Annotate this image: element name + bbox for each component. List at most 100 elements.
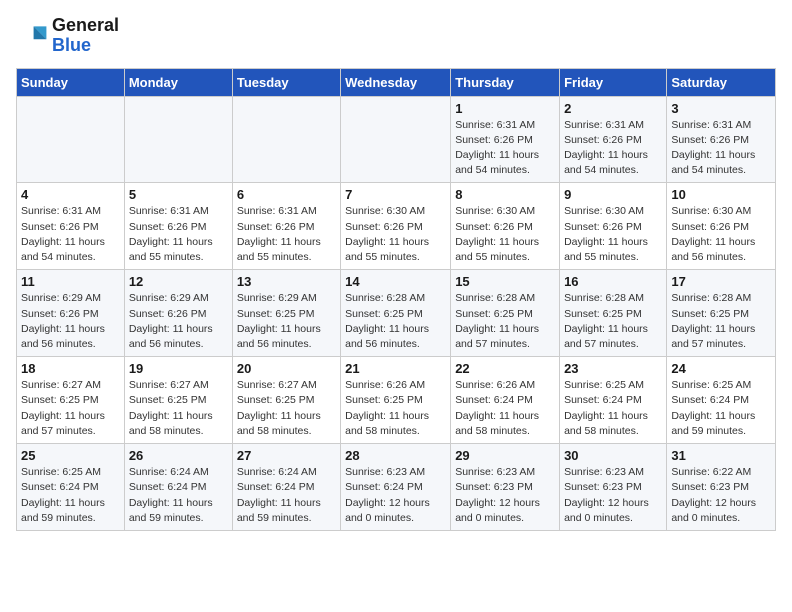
day-number: 7	[345, 187, 446, 202]
calendar-cell: 8 Sunrise: 6:30 AMSunset: 6:26 PMDaylight…	[451, 183, 560, 270]
day-number: 25	[21, 448, 120, 463]
calendar-cell: 5 Sunrise: 6:31 AMSunset: 6:26 PMDaylight…	[124, 183, 232, 270]
day-number: 10	[671, 187, 771, 202]
calendar-cell: 30Sunrise: 6:23 AMSunset: 6:23 PMDayligh…	[560, 444, 667, 531]
day-info: Sunrise: 6:30 AMSunset: 6:26 PMDaylight:…	[564, 204, 662, 265]
calendar-cell	[341, 96, 451, 183]
day-info: Sunrise: 6:29 AMSunset: 6:26 PMDaylight:…	[129, 291, 228, 352]
day-number: 8	[455, 187, 555, 202]
calendar-cell: 17 Sunrise: 6:28 AMSunset: 6:25 PMDayligh…	[667, 270, 776, 357]
logo-icon	[16, 20, 48, 52]
calendar-cell: 29 Sunrise: 6:23 AMSunset: 6:23 PMDayligh…	[451, 444, 560, 531]
calendar-cell: 6 Sunrise: 6:31 AMSunset: 6:26 PMDaylight…	[232, 183, 340, 270]
day-number: 31	[671, 448, 771, 463]
calendar-cell: 27Sunrise: 6:24 AMSunset: 6:24 PMDayligh…	[232, 444, 340, 531]
day-info: Sunrise: 6:28 AMSunset: 6:25 PMDaylight:…	[455, 291, 555, 352]
day-info: Sunrise: 6:28 AMSunset: 6:25 PMDaylight:…	[345, 291, 446, 352]
col-header-sunday: Sunday	[17, 68, 125, 96]
day-info: Sunrise: 6:25 AMSunset: 6:24 PMDaylight:…	[21, 465, 120, 526]
logo: General Blue	[16, 16, 119, 56]
calendar-cell: 4 Sunrise: 6:31 AMSunset: 6:26 PMDaylight…	[17, 183, 125, 270]
day-info: Sunrise: 6:29 AMSunset: 6:26 PMDaylight:…	[21, 291, 120, 352]
calendar-cell: 2 Sunrise: 6:31 AMSunset: 6:26 PMDaylight…	[560, 96, 667, 183]
day-info: Sunrise: 6:27 AMSunset: 6:25 PMDaylight:…	[237, 378, 336, 439]
day-info: Sunrise: 6:31 AMSunset: 6:26 PMDaylight:…	[237, 204, 336, 265]
calendar-cell	[232, 96, 340, 183]
col-header-monday: Monday	[124, 68, 232, 96]
day-info: Sunrise: 6:26 AMSunset: 6:24 PMDaylight:…	[455, 378, 555, 439]
col-header-tuesday: Tuesday	[232, 68, 340, 96]
day-number: 22	[455, 361, 555, 376]
day-info: Sunrise: 6:23 AMSunset: 6:24 PMDaylight:…	[345, 465, 446, 526]
day-number: 1	[455, 101, 555, 116]
day-number: 5	[129, 187, 228, 202]
calendar-header-row: SundayMondayTuesdayWednesdayThursdayFrid…	[17, 68, 776, 96]
logo-blue: Blue	[52, 36, 119, 56]
calendar-table: SundayMondayTuesdayWednesdayThursdayFrid…	[16, 68, 776, 531]
day-info: Sunrise: 6:30 AMSunset: 6:26 PMDaylight:…	[345, 204, 446, 265]
day-info: Sunrise: 6:25 AMSunset: 6:24 PMDaylight:…	[671, 378, 771, 439]
calendar-cell: 11 Sunrise: 6:29 AMSunset: 6:26 PMDayligh…	[17, 270, 125, 357]
day-info: Sunrise: 6:31 AMSunset: 6:26 PMDaylight:…	[21, 204, 120, 265]
calendar-cell: 7 Sunrise: 6:30 AMSunset: 6:26 PMDaylight…	[341, 183, 451, 270]
calendar-cell: 22 Sunrise: 6:26 AMSunset: 6:24 PMDayligh…	[451, 357, 560, 444]
calendar-cell: 20 Sunrise: 6:27 AMSunset: 6:25 PMDayligh…	[232, 357, 340, 444]
col-header-thursday: Thursday	[451, 68, 560, 96]
calendar-cell: 25 Sunrise: 6:25 AMSunset: 6:24 PMDayligh…	[17, 444, 125, 531]
day-info: Sunrise: 6:23 AMSunset: 6:23 PMDaylight:…	[455, 465, 555, 526]
day-number: 20	[237, 361, 336, 376]
calendar-cell: 9 Sunrise: 6:30 AMSunset: 6:26 PMDaylight…	[560, 183, 667, 270]
day-info: Sunrise: 6:30 AMSunset: 6:26 PMDaylight:…	[455, 204, 555, 265]
day-info: Sunrise: 6:27 AMSunset: 6:25 PMDaylight:…	[21, 378, 120, 439]
day-number: 24	[671, 361, 771, 376]
day-info: Sunrise: 6:31 AMSunset: 6:26 PMDaylight:…	[129, 204, 228, 265]
day-info: Sunrise: 6:28 AMSunset: 6:25 PMDaylight:…	[564, 291, 662, 352]
day-number: 9	[564, 187, 662, 202]
day-info: Sunrise: 6:22 AMSunset: 6:23 PMDaylight:…	[671, 465, 771, 526]
col-header-saturday: Saturday	[667, 68, 776, 96]
week-row-1: 1 Sunrise: 6:31 AMSunset: 6:26 PMDaylight…	[17, 96, 776, 183]
calendar-cell: 18Sunrise: 6:27 AMSunset: 6:25 PMDayligh…	[17, 357, 125, 444]
day-info: Sunrise: 6:31 AMSunset: 6:26 PMDaylight:…	[455, 118, 555, 179]
logo-general: General	[52, 16, 119, 36]
day-info: Sunrise: 6:28 AMSunset: 6:25 PMDaylight:…	[671, 291, 771, 352]
day-number: 16	[564, 274, 662, 289]
calendar-cell: 3Sunrise: 6:31 AMSunset: 6:26 PMDaylight…	[667, 96, 776, 183]
day-number: 15	[455, 274, 555, 289]
day-number: 30	[564, 448, 662, 463]
day-number: 13	[237, 274, 336, 289]
calendar-cell: 12 Sunrise: 6:29 AMSunset: 6:26 PMDayligh…	[124, 270, 232, 357]
day-number: 14	[345, 274, 446, 289]
calendar-cell	[17, 96, 125, 183]
calendar-cell	[124, 96, 232, 183]
calendar-cell: 10 Sunrise: 6:30 AMSunset: 6:26 PMDayligh…	[667, 183, 776, 270]
calendar-cell: 24 Sunrise: 6:25 AMSunset: 6:24 PMDayligh…	[667, 357, 776, 444]
day-number: 29	[455, 448, 555, 463]
day-number: 12	[129, 274, 228, 289]
calendar-cell: 31 Sunrise: 6:22 AMSunset: 6:23 PMDayligh…	[667, 444, 776, 531]
day-number: 4	[21, 187, 120, 202]
day-info: Sunrise: 6:30 AMSunset: 6:26 PMDaylight:…	[671, 204, 771, 265]
day-number: 17	[671, 274, 771, 289]
week-row-5: 25 Sunrise: 6:25 AMSunset: 6:24 PMDayligh…	[17, 444, 776, 531]
calendar-cell: 16 Sunrise: 6:28 AMSunset: 6:25 PMDayligh…	[560, 270, 667, 357]
col-header-wednesday: Wednesday	[341, 68, 451, 96]
week-row-4: 18Sunrise: 6:27 AMSunset: 6:25 PMDayligh…	[17, 357, 776, 444]
day-number: 11	[21, 274, 120, 289]
col-header-friday: Friday	[560, 68, 667, 96]
day-info: Sunrise: 6:27 AMSunset: 6:25 PMDaylight:…	[129, 378, 228, 439]
day-info: Sunrise: 6:25 AMSunset: 6:24 PMDaylight:…	[564, 378, 662, 439]
day-number: 6	[237, 187, 336, 202]
calendar-cell: 28Sunrise: 6:23 AMSunset: 6:24 PMDayligh…	[341, 444, 451, 531]
day-number: 2	[564, 101, 662, 116]
day-info: Sunrise: 6:24 AMSunset: 6:24 PMDaylight:…	[129, 465, 228, 526]
day-info: Sunrise: 6:31 AMSunset: 6:26 PMDaylight:…	[671, 118, 771, 179]
day-number: 26	[129, 448, 228, 463]
calendar-cell: 26 Sunrise: 6:24 AMSunset: 6:24 PMDayligh…	[124, 444, 232, 531]
day-info: Sunrise: 6:31 AMSunset: 6:26 PMDaylight:…	[564, 118, 662, 179]
page-header: General Blue	[16, 16, 776, 56]
day-number: 27	[237, 448, 336, 463]
calendar-cell: 21Sunrise: 6:26 AMSunset: 6:25 PMDayligh…	[341, 357, 451, 444]
day-info: Sunrise: 6:29 AMSunset: 6:25 PMDaylight:…	[237, 291, 336, 352]
week-row-2: 4 Sunrise: 6:31 AMSunset: 6:26 PMDaylight…	[17, 183, 776, 270]
